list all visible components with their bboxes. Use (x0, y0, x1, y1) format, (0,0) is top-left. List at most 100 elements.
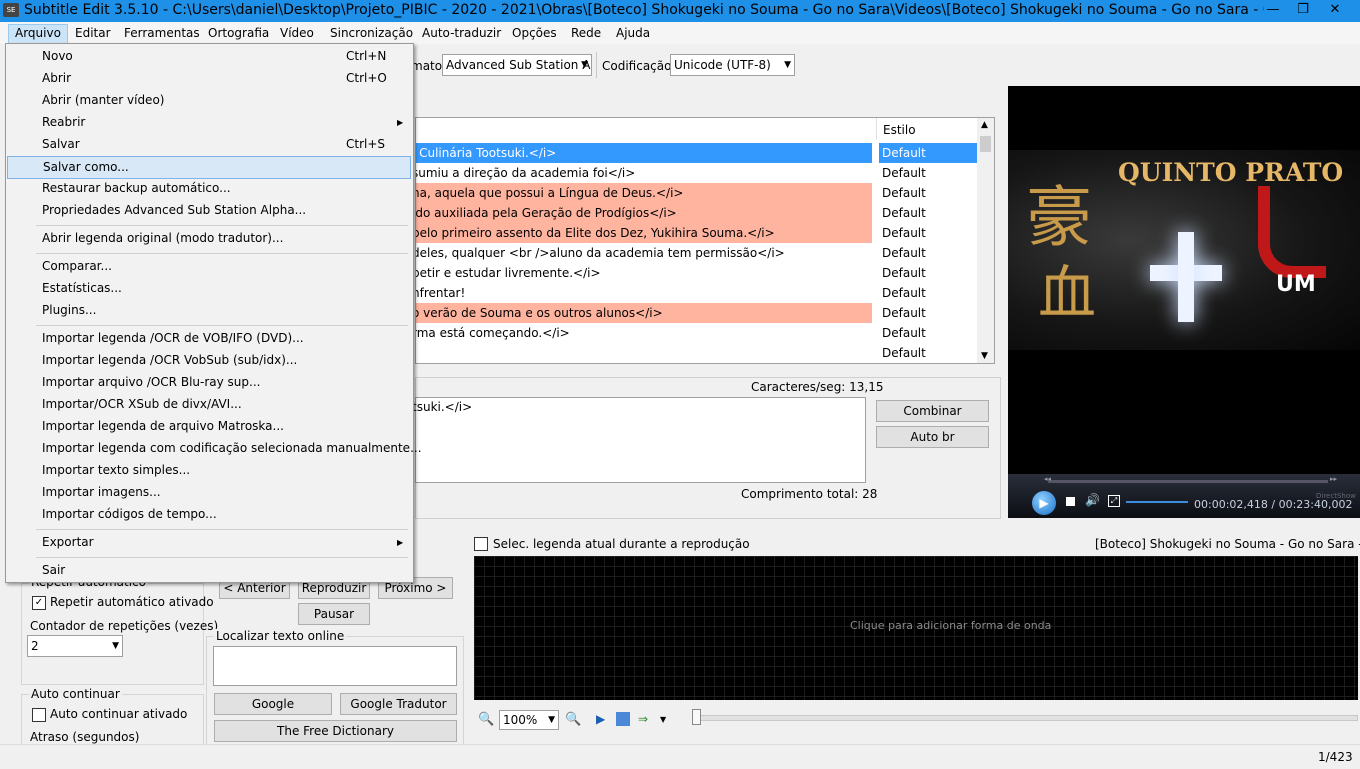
close-icon[interactable]: ✕ (1320, 0, 1350, 22)
menu-item[interactable]: Importar imagens... (7, 482, 411, 503)
play-icon[interactable]: ▶ (1032, 491, 1056, 515)
seek-forward-icon[interactable]: ▸▸ (1330, 475, 1337, 483)
menu-item[interactable]: Abrir legenda original (modo tradutor)..… (7, 228, 411, 249)
stop-icon[interactable] (1066, 497, 1075, 506)
edit-panel: Caracteres/seg: 13,15 tsuki.</i> Comprim… (412, 377, 1001, 519)
subtitle-grid[interactable]: Estilo ' Culinária Tootsuki.</i> Default s… (415, 117, 995, 364)
chevron-down-icon[interactable]: ▼ (660, 715, 666, 724)
delay-label: Atraso (segundos) (30, 730, 140, 744)
waveform-position-slider[interactable] (696, 715, 1358, 721)
seek-back-icon[interactable]: ◂◂ (1044, 475, 1051, 483)
menu-item[interactable]: Importar legenda /OCR de VOB/IFO (DVD)..… (7, 328, 411, 349)
minimize-icon[interactable]: — (1258, 0, 1288, 22)
slider-thumb[interactable] (692, 709, 701, 725)
waveform-area[interactable]: Clique para adicionar forma de onda (474, 556, 1358, 700)
menu-opcoes[interactable]: Opções (506, 25, 563, 43)
row-text: o verão de Souma e os outros alunos</i> (416, 303, 872, 323)
menu-item[interactable]: Propriedades Advanced Sub Station Alpha.… (7, 200, 411, 221)
auto-continue-checkbox[interactable] (32, 708, 46, 722)
chevron-down-icon[interactable]: ▼ (981, 351, 988, 361)
grid-view-icon[interactable] (616, 712, 630, 726)
menu-ortografia[interactable]: Ortografia (202, 25, 275, 43)
table-row[interactable]: rma está começando.</i> Default (416, 323, 976, 343)
column-header-style[interactable]: Estilo (876, 118, 983, 140)
table-row[interactable]: sumiu a direção da academia foi</i> Defau… (416, 163, 976, 183)
grid-scrollbar[interactable]: ▲ ▼ (977, 118, 994, 363)
volume-slider[interactable] (1126, 501, 1188, 503)
repeat-checkbox[interactable]: ✓ (32, 596, 46, 610)
encoding-select[interactable]: Unicode (UTF-8) ▼ (670, 54, 795, 76)
table-row[interactable]: nfrentar! Default (416, 283, 976, 303)
table-row[interactable]: deles, qualquer <br />aluno da academia … (416, 243, 976, 263)
subtitle-text-editor[interactable]: tsuki.</i> (412, 397, 866, 483)
menu-rede[interactable]: Rede (565, 25, 607, 43)
menu-item[interactable]: Importar legenda de arquivo Matroska... (7, 416, 411, 437)
menu-editar[interactable]: Editar (69, 25, 117, 43)
repeat-count-value: 2 (31, 639, 39, 653)
video-player[interactable]: QUINTO PRATO 豪 血 UM ◂◂ ▸▸ DirectShow ▶ 🔊… (1008, 86, 1360, 518)
google-button[interactable]: Google (214, 693, 332, 715)
menu-separator (36, 325, 408, 326)
menu-item[interactable]: Importar legenda com codificação selecio… (7, 438, 422, 459)
table-row[interactable]: ido auxiliada pela Geração de Prodígios<… (416, 203, 976, 223)
table-row[interactable]: petir e estudar livremente.</i> Default (416, 263, 976, 283)
menu-sincronizacao[interactable]: Sincronização (324, 25, 419, 43)
chevron-up-icon[interactable]: ▲ (981, 120, 988, 130)
menu-item[interactable]: Importar texto simples... (7, 460, 411, 481)
menu-item[interactable]: Novo Ctrl+N (7, 46, 411, 67)
menu-item[interactable]: Importar legenda /OCR VobSub (sub/idx)..… (7, 350, 411, 371)
menu-auto-traduzir[interactable]: Auto-traduzir (416, 25, 507, 43)
menu-item-shortcut: Ctrl+S (346, 137, 386, 151)
repeat-count-select[interactable]: 2 ▼ (27, 635, 123, 657)
seek-bar[interactable] (1048, 480, 1328, 483)
google-translate-button[interactable]: Google Tradutor (340, 693, 457, 715)
menu-item[interactable]: Comparar... (7, 256, 411, 277)
table-row[interactable]: ' Culinária Tootsuki.</i> Default (416, 143, 980, 163)
zoom-in-icon[interactable]: 🔍 (565, 712, 581, 727)
auto-br-button[interactable]: Auto br (876, 426, 989, 448)
menu-item[interactable]: Estatísticas... (7, 278, 411, 299)
menu-item[interactable]: Exportar ▶ (7, 532, 411, 553)
zoom-out-icon[interactable]: 🔍 (478, 712, 494, 727)
menu-item[interactable]: Restaurar backup automático... (7, 178, 411, 199)
play-selection-icon[interactable]: ▶ (596, 712, 605, 726)
table-row[interactable]: na, aquela que possui a Língua de Deus.<… (416, 183, 976, 203)
menu-ferramentas[interactable]: Ferramentas (118, 25, 206, 43)
format-select[interactable]: Advanced Sub Station A ▼ (442, 54, 592, 76)
checkbox-box[interactable] (474, 537, 488, 551)
menu-item[interactable]: Reabrir ▶ (7, 112, 411, 133)
scroll-thumb[interactable] (980, 136, 991, 152)
menu-item[interactable]: Plugins... (7, 300, 411, 321)
go-forward-icon[interactable]: ⇒ (638, 712, 648, 726)
combine-button[interactable]: Combinar (876, 400, 989, 422)
menu-item[interactable]: Importar arquivo /OCR Blu-ray sup... (7, 372, 411, 393)
restore-icon[interactable]: ❐ (1288, 0, 1318, 22)
menu-item[interactable]: Salvar Ctrl+S (7, 134, 411, 155)
table-row[interactable]: Default (416, 343, 976, 363)
menu-ajuda[interactable]: Ajuda (610, 25, 656, 43)
menu-item[interactable]: Abrir (manter vídeo) (7, 90, 411, 111)
pause-button[interactable]: Pausar (298, 603, 370, 625)
total-length: Comprimento total: 28 (741, 487, 878, 501)
menu-item[interactable]: Abrir Ctrl+O (7, 68, 411, 89)
menu-item[interactable]: Sair (7, 560, 411, 581)
title-bar[interactable]: SE Subtitle Edit 3.5.10 - C:\Users\danie… (0, 0, 1360, 22)
free-dictionary-button[interactable]: The Free Dictionary (214, 720, 457, 742)
volume-icon[interactable]: 🔊 (1085, 493, 1100, 507)
table-row[interactable]: o verão de Souma e os outros alunos</i> D… (416, 303, 976, 323)
menu-video[interactable]: Vídeo (274, 25, 320, 43)
menu-item[interactable]: Importar códigos de tempo... (7, 504, 411, 525)
zoom-select[interactable]: 100% ▼ (499, 710, 559, 730)
menu-arquivo[interactable]: Arquivo (8, 24, 68, 44)
auto-continue-title: Auto continuar (29, 687, 122, 701)
search-online-input[interactable] (213, 646, 457, 686)
table-row[interactable]: pelo primeiro assento da Elite dos Dez, … (416, 223, 976, 243)
row-text: ido auxiliada pela Geração de Prodígios<… (416, 203, 872, 223)
menu-item[interactable]: Importar/OCR XSub de divx/AVI... (7, 394, 411, 415)
menu-item[interactable]: Salvar como... (7, 156, 411, 179)
select-current-checkbox[interactable] (474, 537, 488, 551)
menu-item-label: Importar arquivo /OCR Blu-ray sup... (42, 375, 261, 389)
subtitle-position: 1/423 (1318, 750, 1353, 764)
fullscreen-icon[interactable]: ⤢ (1108, 495, 1120, 507)
menu-item-label: Importar códigos de tempo... (42, 507, 217, 521)
